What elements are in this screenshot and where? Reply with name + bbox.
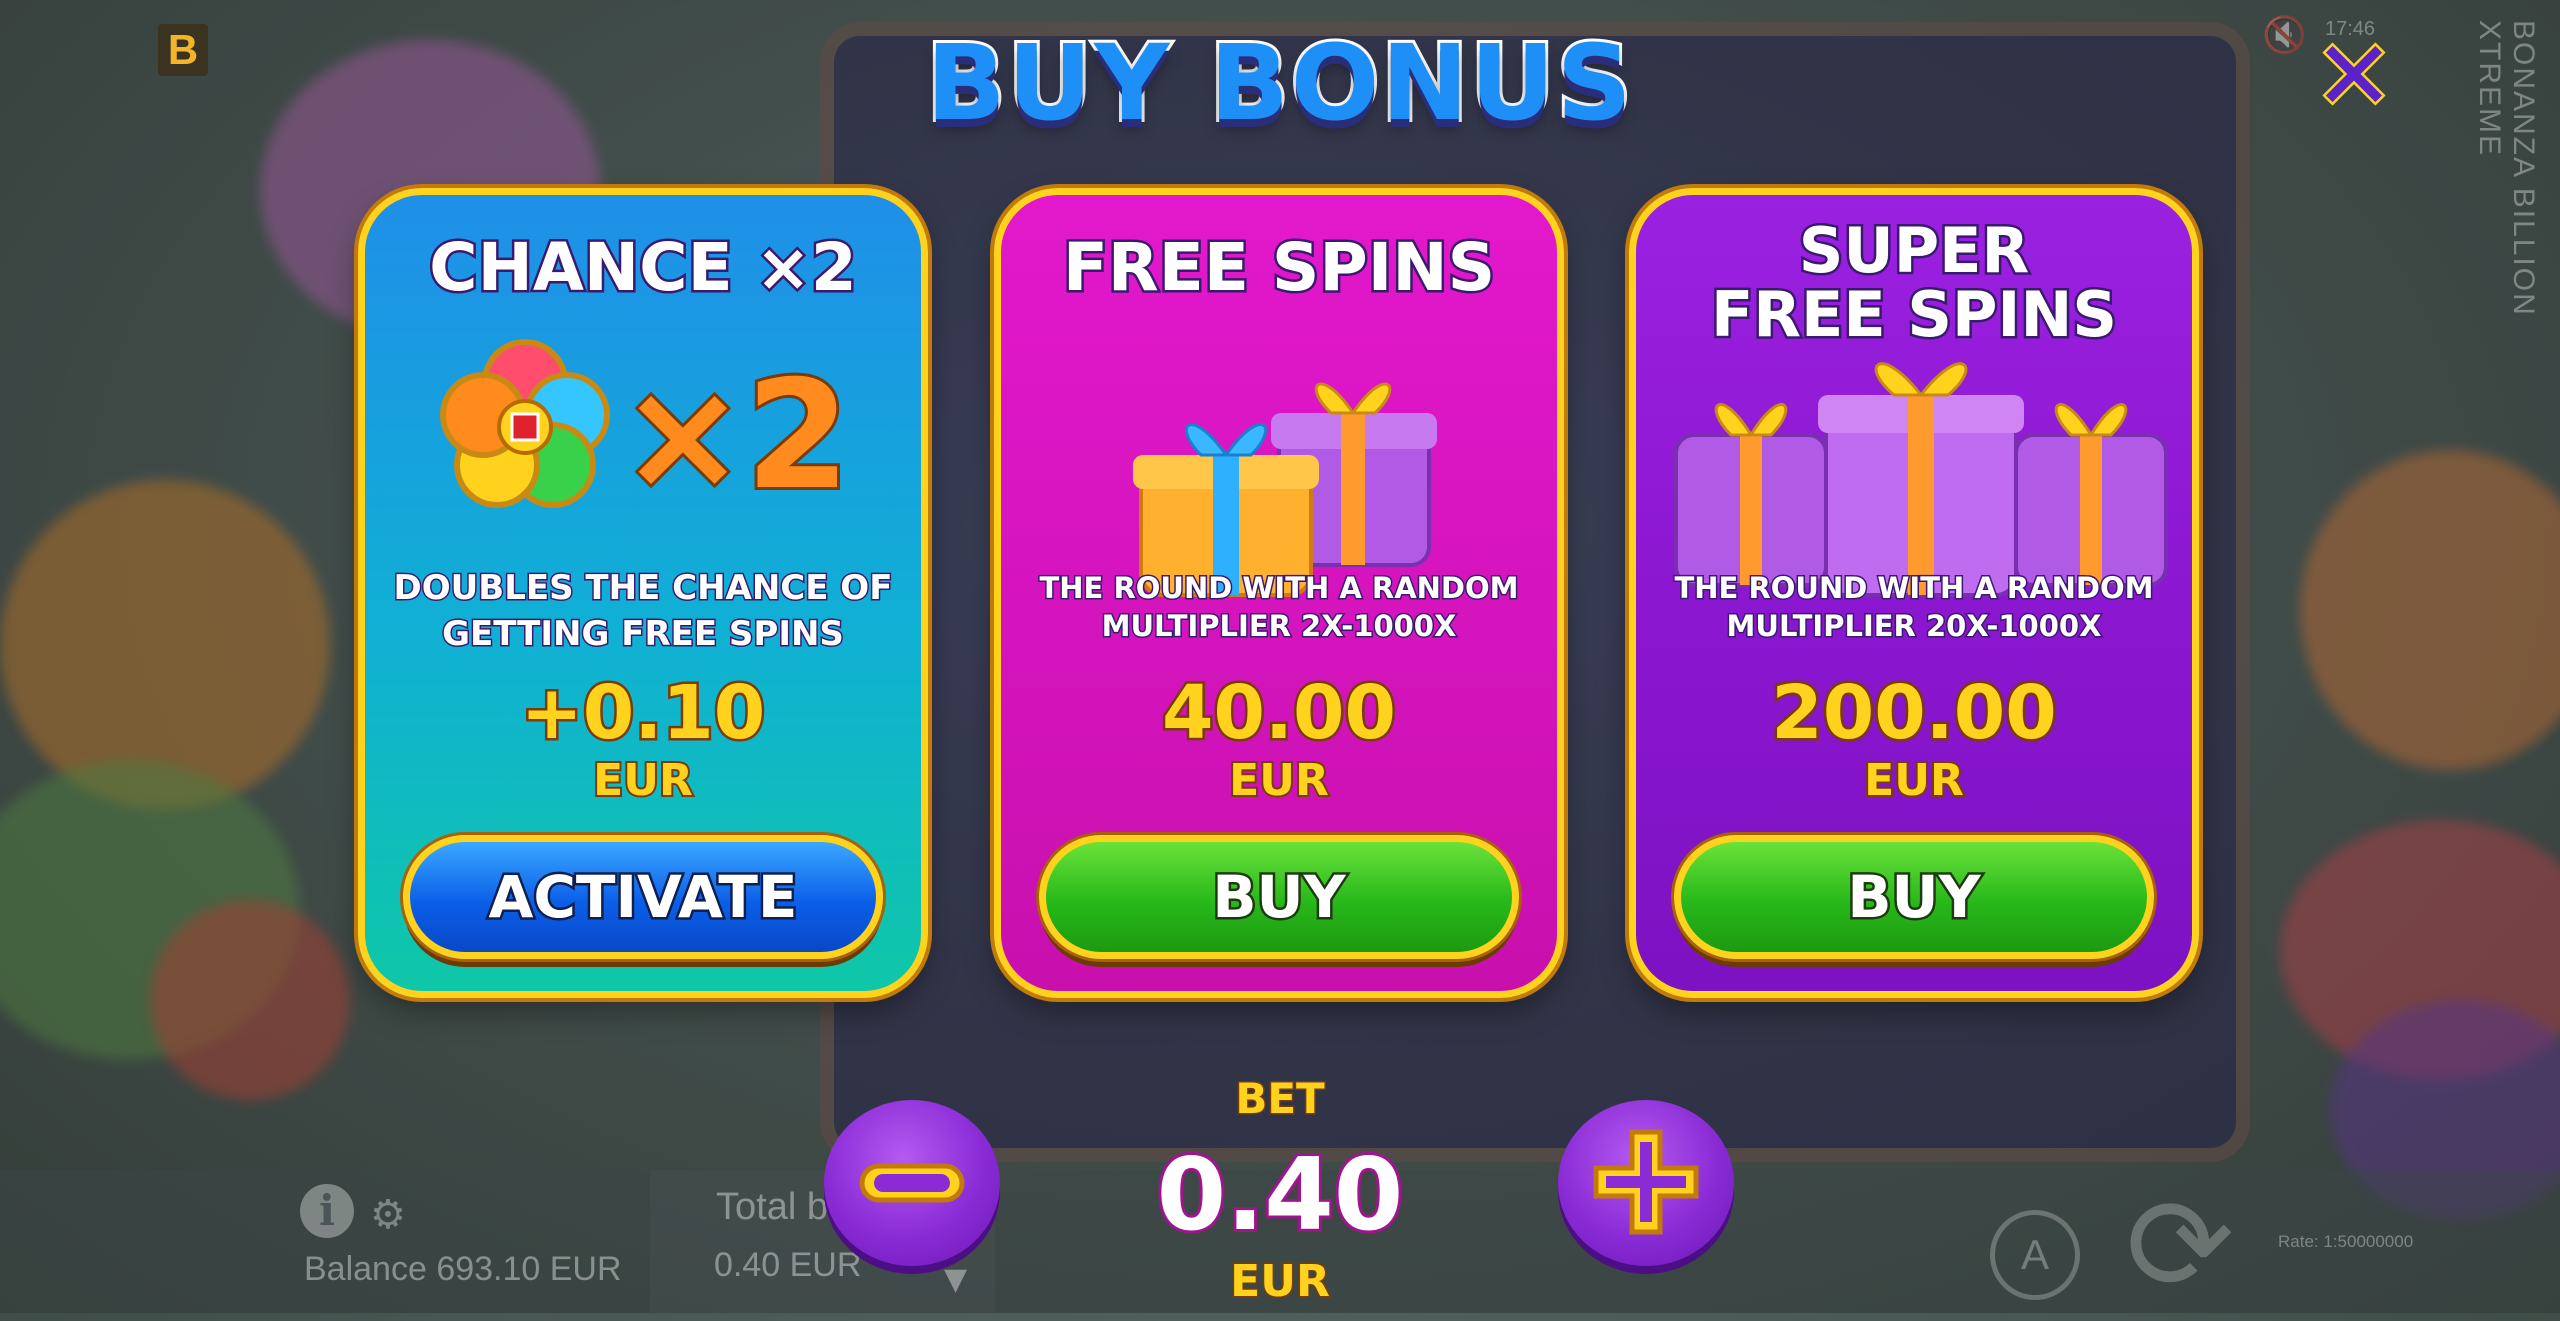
page-title: BUY BONUS — [923, 19, 1634, 147]
buy-super-free-spins-button[interactable]: BUY — [1674, 835, 2154, 959]
card-title-line1: SUPER — [1796, 214, 2032, 287]
close-icon[interactable]: ✕ — [2306, 26, 2402, 127]
card-price: +0.10 — [518, 670, 768, 756]
card-currency: EUR — [1227, 753, 1331, 808]
card-price: 40.00 — [1159, 670, 1398, 756]
card-currency: EUR — [1862, 753, 1966, 808]
buy-free-spins-button[interactable]: BUY — [1039, 835, 1519, 959]
activate-button[interactable]: ACTIVATE — [403, 835, 883, 959]
bet-value: 0.40 — [1154, 1133, 1407, 1256]
bet-label: BET — [1234, 1073, 1326, 1125]
card-chance-x2: CHANCE ×2 ×2 DOUBLES THE CHANCE OF GETTI… — [358, 188, 928, 998]
card-description: THE ROUND WITH A RANDOM MULTIPLIER 20X-1… — [1673, 570, 2155, 645]
card-title: CHANCE ×2 — [427, 229, 860, 306]
card-currency: EUR — [591, 753, 695, 808]
card-super-free-spins: SUPER FREE SPINS THE ROUND WITH A RANDOM… — [1629, 188, 2199, 998]
card-price: 200.00 — [1769, 670, 2060, 756]
svg-text:×2: ×2 — [620, 349, 850, 523]
card-free-spins: FREE SPINS THE ROUND WITH A RANDOM MULTI… — [994, 188, 1564, 998]
card-title: FREE SPINS — [1060, 229, 1497, 306]
bet-currency: EUR — [1229, 1255, 1332, 1309]
card-description: THE ROUND WITH A RANDOM MULTIPLIER 2X-10… — [1038, 570, 1520, 645]
card-description: DOUBLES THE CHANCE OF GETTING FREE SPINS — [392, 567, 894, 656]
